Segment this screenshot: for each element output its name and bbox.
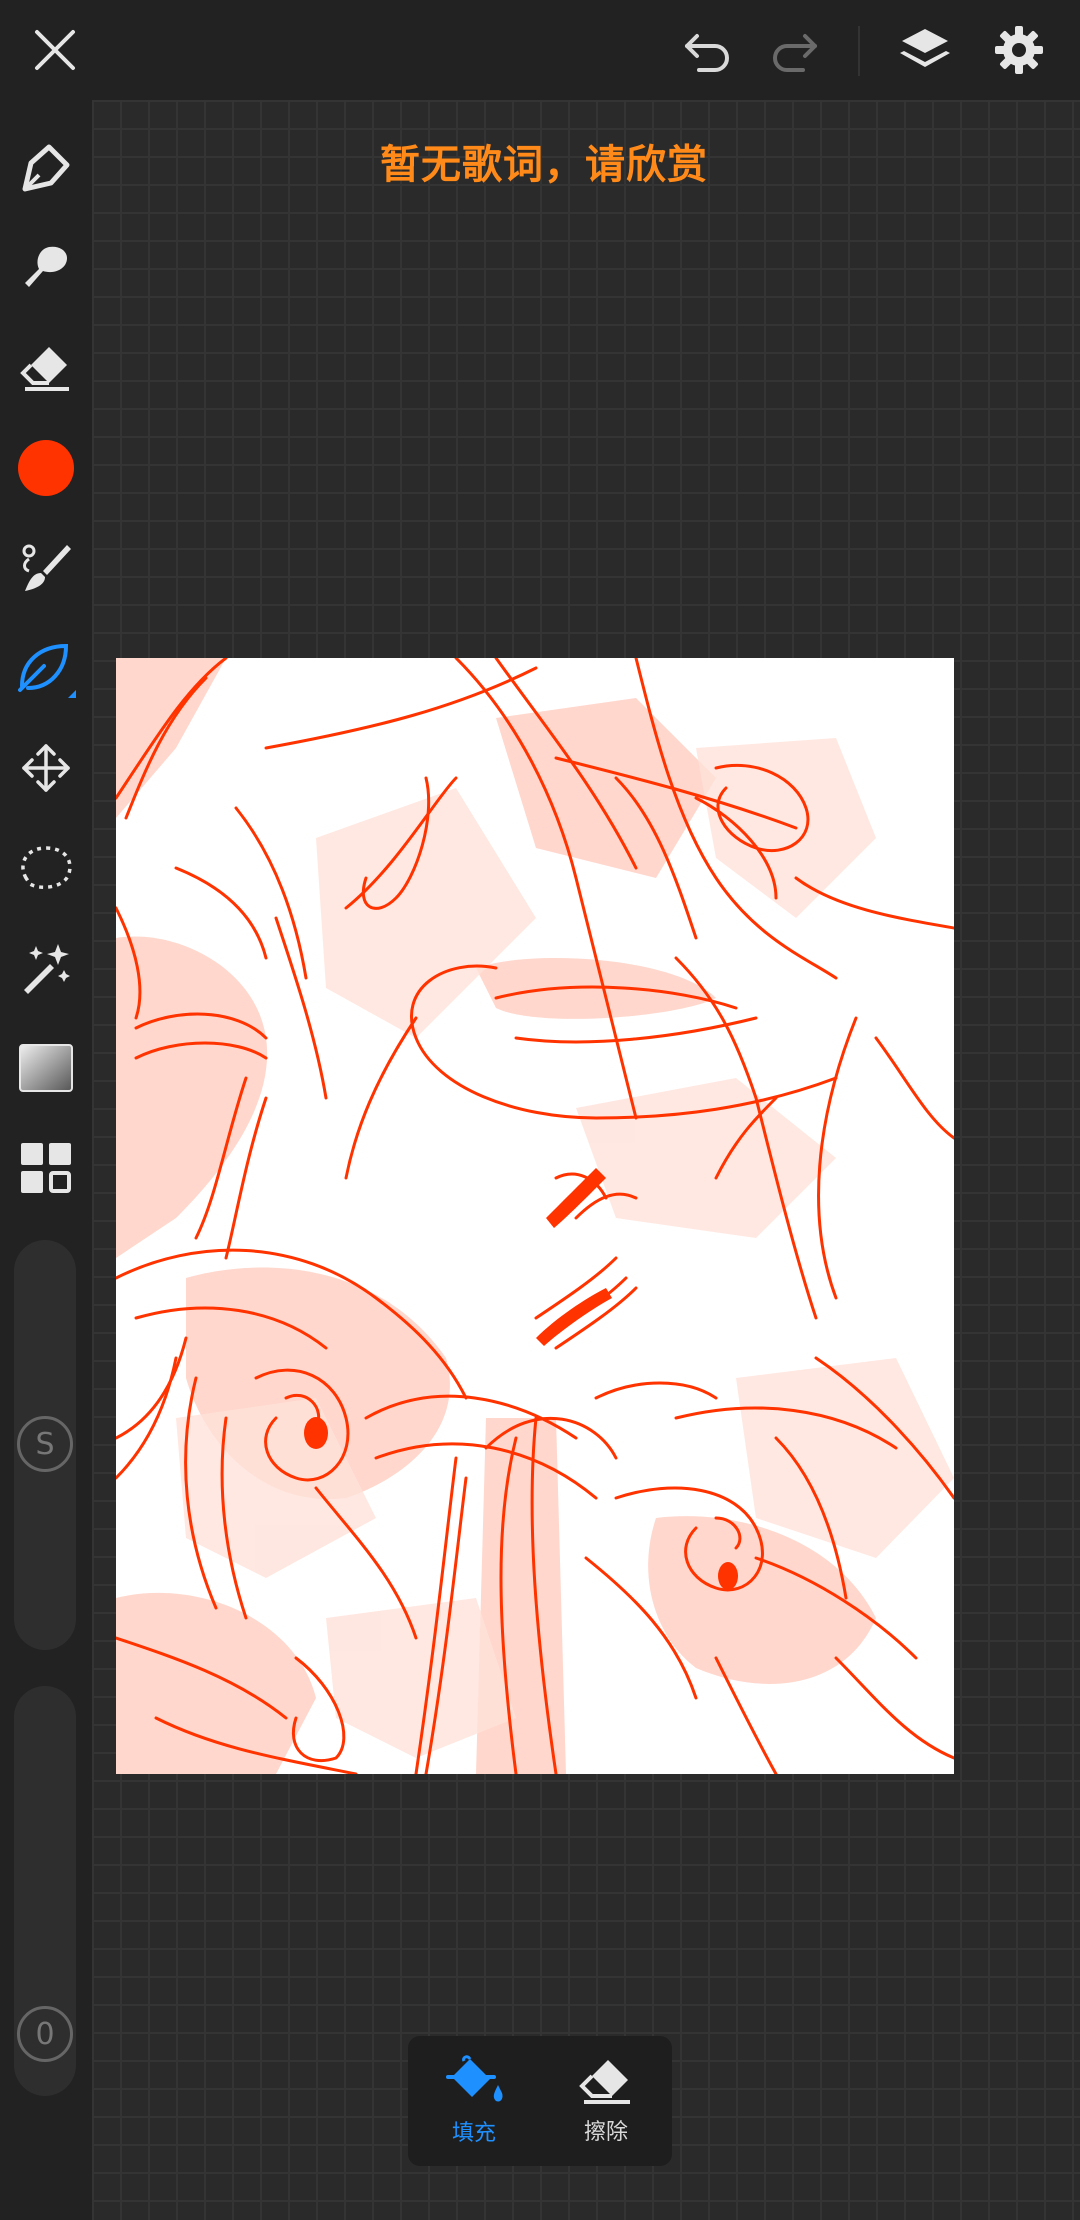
- layers-icon: [900, 29, 950, 67]
- fill-label: 填充: [451, 2121, 496, 2146]
- gear-icon: [995, 26, 1043, 74]
- close-button[interactable]: [20, 18, 90, 82]
- toolbar-divider: [858, 26, 860, 76]
- paint-bucket-icon: [446, 2055, 503, 2102]
- brush-opacity-knob[interactable]: 0: [17, 2006, 73, 2062]
- color-picker[interactable]: [6, 428, 86, 508]
- smudge-icon: [25, 246, 68, 287]
- fill-button[interactable]: 填充: [408, 2036, 540, 2166]
- fill-erase-palette: 填充 擦除: [408, 2036, 672, 2166]
- magic-wand-tool[interactable]: [6, 928, 86, 1008]
- eraser-icon: [20, 347, 69, 391]
- redo-icon: [773, 34, 817, 72]
- brush-size-slider[interactable]: S: [14, 1240, 76, 1650]
- gradient-icon: [19, 1044, 73, 1092]
- layers-button[interactable]: [890, 18, 960, 82]
- erase-button[interactable]: 擦除: [540, 2036, 672, 2166]
- drawing-canvas[interactable]: [116, 658, 954, 1774]
- grid-icon: [21, 1143, 71, 1193]
- eraser-tool[interactable]: [6, 328, 86, 408]
- leaf-brush-tool[interactable]: [6, 628, 86, 708]
- leaf-icon: [18, 643, 76, 698]
- erase-label: 擦除: [583, 2120, 628, 2145]
- brush-tool[interactable]: [6, 528, 86, 608]
- lyrics-overlay: 暂无歌词，请欣赏: [380, 142, 708, 188]
- lasso-icon: [21, 846, 72, 890]
- move-arrows-icon: [22, 744, 70, 792]
- eraser-icon: [579, 2060, 630, 2104]
- pen-nib-icon: [22, 144, 70, 192]
- smudge-tool[interactable]: [6, 228, 86, 308]
- brush-opacity-slider[interactable]: 0: [14, 1686, 76, 2096]
- brush-opacity-label: 0: [35, 2016, 55, 2052]
- tool-rail: S 0: [0, 100, 92, 2220]
- lasso-tool[interactable]: [6, 828, 86, 908]
- color-swatch-icon: [18, 440, 74, 496]
- top-bar: [0, 0, 1080, 100]
- brush-icon: [22, 544, 71, 591]
- undo-button[interactable]: [674, 18, 744, 82]
- brush-size-label: S: [35, 1426, 55, 1462]
- undo-icon: [685, 34, 729, 72]
- more-tools-grid[interactable]: [6, 1128, 86, 1208]
- brush-size-knob[interactable]: S: [17, 1416, 73, 1472]
- magic-wand-icon: [24, 944, 70, 994]
- redo-button[interactable]: [758, 18, 828, 82]
- pen-tool[interactable]: [6, 128, 86, 208]
- gradient-tool[interactable]: [6, 1028, 86, 1108]
- close-icon: [35, 30, 75, 70]
- transform-tool[interactable]: [6, 728, 86, 808]
- artwork-sketch: [116, 658, 954, 1774]
- settings-button[interactable]: [984, 18, 1054, 82]
